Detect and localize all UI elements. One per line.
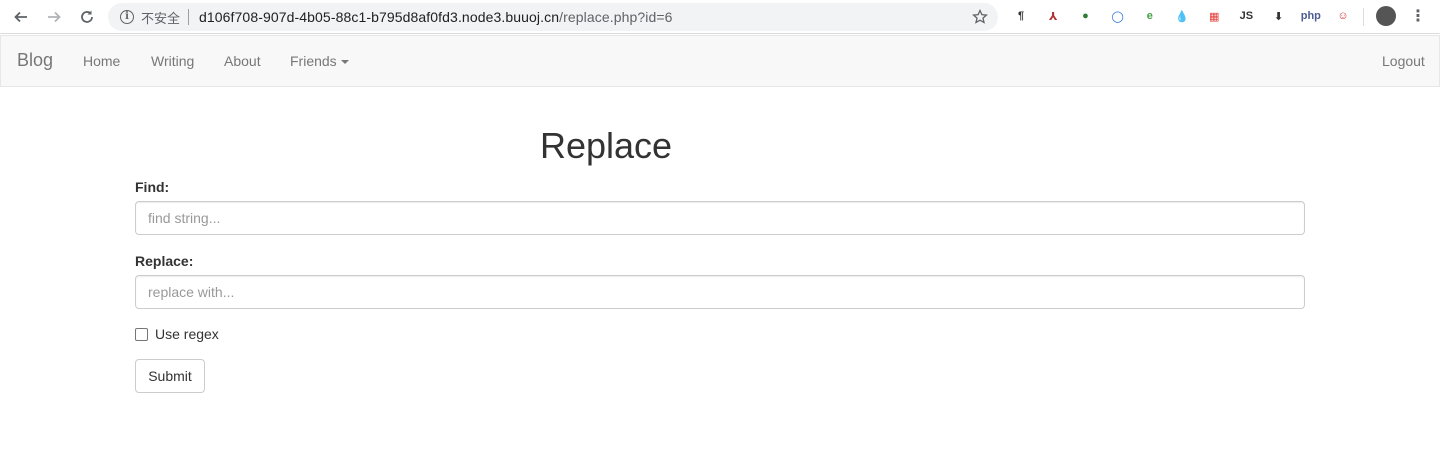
download-extension-icon[interactable]: ⬇ <box>1270 7 1288 25</box>
nav-logout[interactable]: Logout <box>1382 53 1425 69</box>
nav-home[interactable]: Home <box>83 53 120 69</box>
reload-button[interactable] <box>76 6 98 28</box>
submit-button[interactable]: Submit <box>135 359 205 393</box>
divider <box>188 9 190 25</box>
reload-icon <box>81 10 93 23</box>
back-button[interactable] <box>10 6 32 28</box>
ring-extension-icon[interactable]: ◯ <box>1109 7 1127 25</box>
back-arrow-icon <box>14 11 27 23</box>
nav-friends-label: Friends <box>290 53 337 69</box>
forward-arrow-icon <box>48 11 61 23</box>
forward-button[interactable] <box>43 6 65 28</box>
js-extension-icon[interactable]: JS <box>1237 7 1255 25</box>
url-text[interactable]: d106f708-907d-4b05-88c1-b795d8af0fd3.nod… <box>199 9 672 25</box>
e-extension-icon[interactable]: e <box>1141 7 1159 25</box>
flag-extension-icon[interactable]: ▦ <box>1205 7 1223 25</box>
url-path: /replace.php?id=6 <box>559 9 673 25</box>
pilcrow-extension-icon[interactable]: ¶ <box>1012 7 1030 25</box>
santa-extension-icon[interactable]: ☺ <box>1334 7 1352 25</box>
replace-input[interactable] <box>135 275 1305 309</box>
nav-about[interactable]: About <box>224 53 261 69</box>
find-label: Find: <box>135 179 170 195</box>
menu-kebab-icon[interactable]: ⋮ <box>1409 7 1427 25</box>
toolbar-divider <box>1363 8 1364 26</box>
pdf-extension-icon[interactable]: ⅄ <box>1044 7 1062 25</box>
bookmark-star-icon[interactable] <box>972 9 988 25</box>
security-label: 不安全 <box>141 11 181 27</box>
green-globe-extension-icon[interactable]: ● <box>1076 7 1094 25</box>
drop-extension-icon[interactable]: 💧 <box>1173 7 1191 25</box>
profile-avatar[interactable] <box>1376 6 1396 26</box>
site-navbar: Blog Home Writing About Friends Logout <box>0 35 1440 87</box>
replace-label: Replace: <box>135 253 194 269</box>
url-host: d106f708-907d-4b05-88c1-b795d8af0fd3.nod… <box>199 9 560 25</box>
nav-friends-dropdown[interactable]: Friends <box>290 53 349 69</box>
brand-link[interactable]: Blog <box>17 50 53 71</box>
page-title: Replace <box>539 125 673 166</box>
nav-writing[interactable]: Writing <box>151 53 194 69</box>
info-icon[interactable]: i <box>120 10 134 24</box>
regex-option: Use regex <box>135 326 219 342</box>
php-extension-icon[interactable]: php <box>1301 7 1321 25</box>
regex-checkbox[interactable] <box>135 327 148 341</box>
caret-down-icon <box>340 60 349 65</box>
regex-label[interactable]: Use regex <box>155 326 219 342</box>
browser-toolbar: i 不安全 d106f708-907d-4b05-88c1-b795d8af0f… <box>0 0 1440 34</box>
find-input[interactable] <box>135 201 1305 235</box>
address-bar[interactable]: i 不安全 d106f708-907d-4b05-88c1-b795d8af0f… <box>108 3 998 31</box>
